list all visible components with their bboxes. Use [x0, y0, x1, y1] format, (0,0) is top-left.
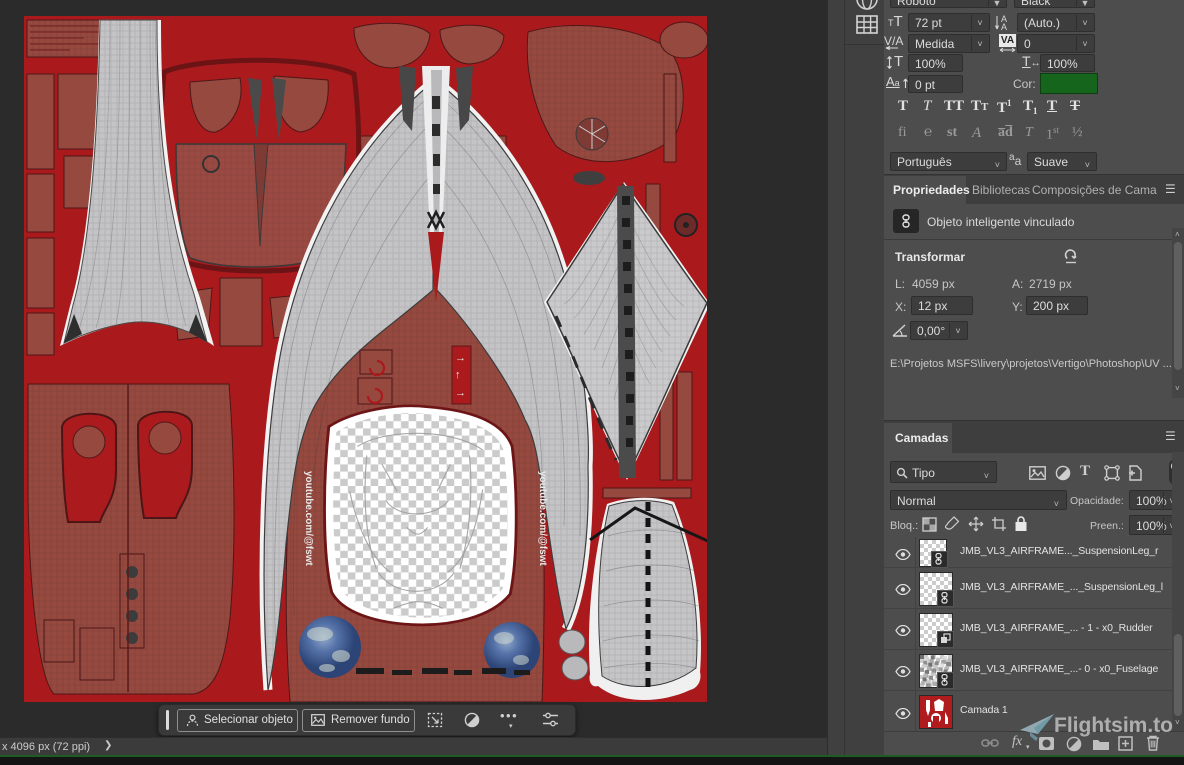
svg-text:A: A [1001, 22, 1007, 32]
svg-text:→: → [455, 387, 466, 399]
svg-text:↑: ↑ [455, 369, 461, 381]
svg-text:→: → [455, 352, 466, 364]
svg-text:youtube.com/@fswt: youtube.com/@fswt [537, 471, 548, 566]
svg-text:youtube.com/@fswt: youtube.com/@fswt [303, 471, 314, 566]
